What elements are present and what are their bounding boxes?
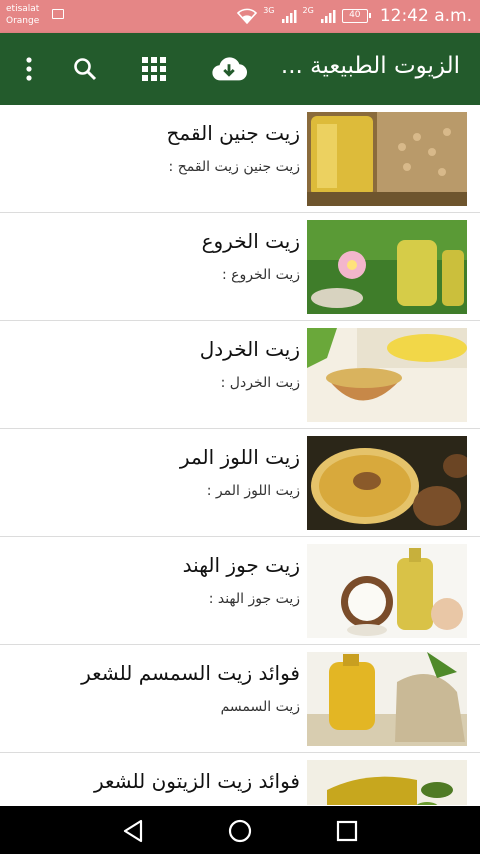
item-subtitle: زيت جوز الهند :: [208, 591, 300, 607]
item-subtitle: زيت الخروع :: [221, 267, 300, 283]
item-title: فوائد زيت الزيتون للشعر: [94, 769, 300, 793]
wheat-germ-oil-photo: [307, 112, 467, 206]
item-title: زيت اللوز المر: [179, 445, 300, 469]
home-icon[interactable]: [223, 814, 257, 848]
network-type-1: 3G: [263, 5, 275, 15]
list-item[interactable]: زيت جوز الهند زيت جوز الهند :: [0, 537, 480, 645]
item-title: زيت جنين القمح: [166, 121, 300, 145]
carrier-primary: etisalat: [6, 4, 40, 14]
app-title: الزيوت الطبيعية ...: [280, 53, 460, 79]
sesame-oil-photo: [307, 652, 467, 746]
olive-oil-photo: [307, 760, 467, 805]
list-item[interactable]: زيت اللوز المر زيت اللوز المر :: [0, 429, 480, 537]
item-subtitle: زيت اللوز المر :: [206, 483, 300, 499]
navigation-bar: [0, 806, 480, 854]
list-item[interactable]: زيت جنين القمح زيت جنين زيت القمح :: [0, 105, 480, 213]
item-subtitle: زيت الخردل :: [220, 375, 300, 391]
image-notification-icon: [52, 9, 64, 19]
item-title: زيت الخردل: [199, 337, 300, 361]
cloud-download-icon[interactable]: [211, 51, 247, 87]
item-title: فوائد زيت السمسم للشعر: [81, 661, 300, 685]
list-item[interactable]: زيت الخردل زيت الخردل :: [0, 321, 480, 429]
bitter-almond-oil-photo: [307, 436, 467, 530]
recents-icon[interactable]: [330, 814, 364, 848]
status-indicators: 3G 2G 40 12:42 a.m.: [237, 4, 472, 28]
network-type-2: 2G: [302, 5, 314, 15]
clock: 12:42 a.m.: [379, 6, 472, 26]
item-title: زيت جوز الهند: [182, 553, 300, 577]
castor-oil-photo: [307, 220, 467, 314]
item-subtitle: زيت جنين زيت القمح :: [168, 159, 300, 175]
status-bar: etisalat Orange 3G 2G 40 12:42 a.m.: [0, 0, 480, 33]
back-icon[interactable]: [116, 814, 150, 848]
coconut-oil-photo: [307, 544, 467, 638]
carrier-label: etisalat Orange: [6, 3, 39, 27]
battery-icon: 40: [341, 9, 371, 23]
list-item[interactable]: زيت الخروع زيت الخروع :: [0, 213, 480, 321]
more-vert-icon[interactable]: [11, 51, 47, 87]
oil-list: زيت جنين القمح زيت جنين زيت القمح : زيت …: [0, 105, 480, 805]
mustard-oil-photo: [307, 328, 467, 422]
carrier-secondary: Orange: [6, 16, 40, 26]
app-bar: الزيوت الطبيعية ...: [0, 33, 480, 105]
item-title: زيت الخروع: [201, 229, 300, 253]
list-item[interactable]: فوائد زيت الزيتون للشعر: [0, 753, 480, 805]
signal-icon-2: [320, 10, 336, 23]
grid-icon[interactable]: [136, 51, 172, 87]
search-icon[interactable]: [67, 51, 103, 87]
wifi-icon: [237, 8, 258, 24]
signal-icon-1: [281, 10, 297, 23]
item-subtitle: زيت السمسم: [220, 699, 300, 715]
list-item[interactable]: فوائد زيت السمسم للشعر زيت السمسم: [0, 645, 480, 753]
